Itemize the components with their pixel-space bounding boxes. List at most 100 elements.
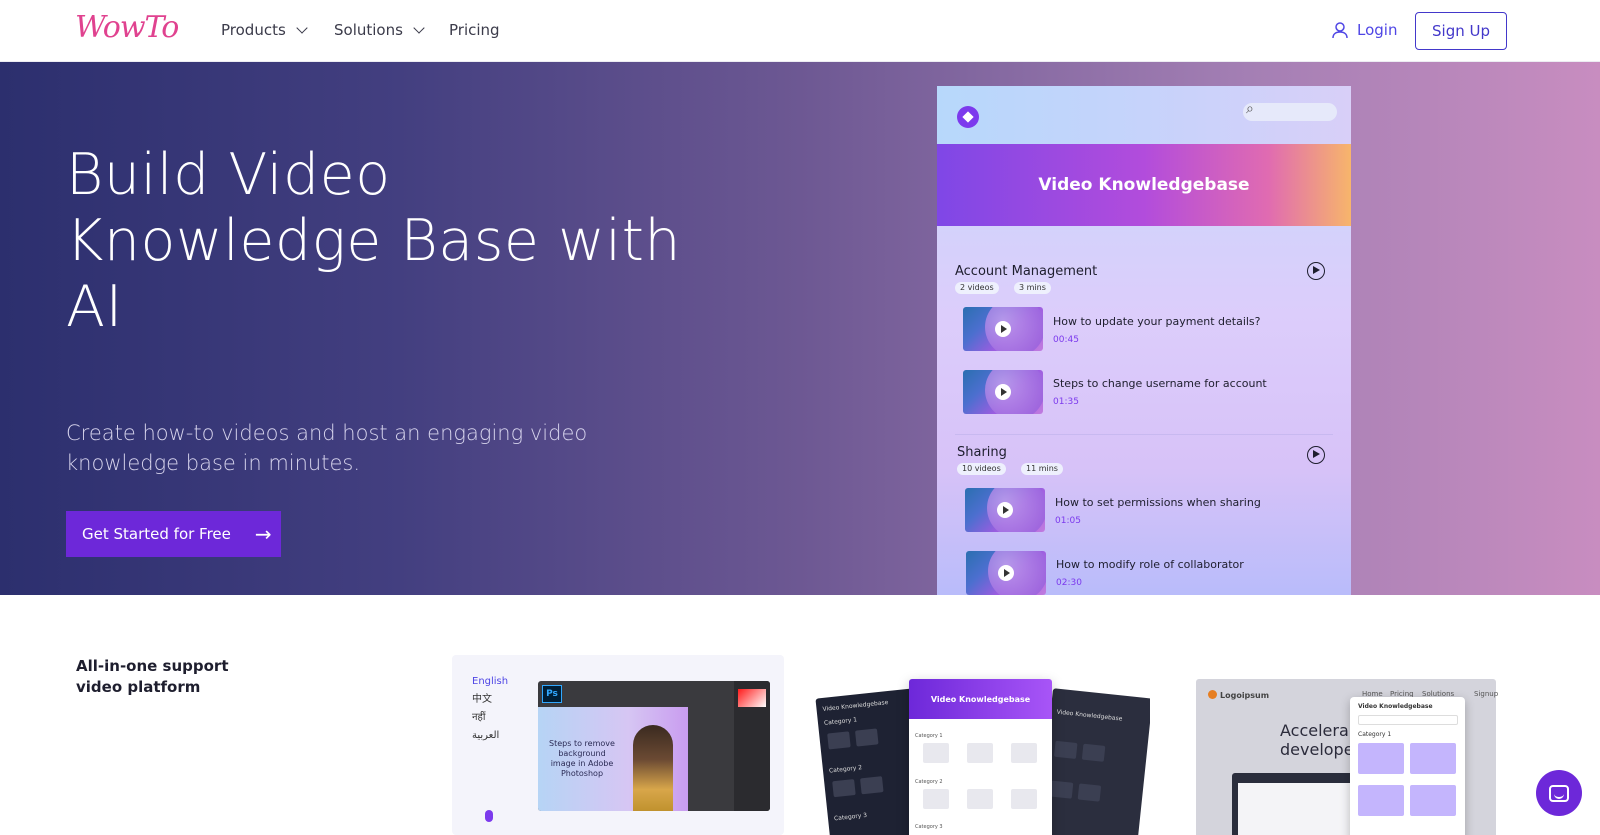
video-tile [1410,743,1456,774]
canvas-text: Steps to remove background image in Adob… [549,739,615,778]
hero-section: Build Video Knowledge Base with AI Creat… [0,62,1600,595]
widget-search-input [1358,715,1458,725]
get-started-button[interactable]: Get Started for Free → [66,511,281,557]
thumb-placeholder [1011,789,1037,809]
nav-pricing[interactable]: Pricing [449,21,500,39]
get-started-label: Get Started for Free [82,525,231,543]
play-circle-icon [1307,262,1325,280]
translation-card: English 中文 नहीं العربية Steps to remove … [452,655,784,835]
chevron-down-icon [413,21,425,34]
logoipsum-logo: Logoipsum [1208,690,1269,700]
kb-search-input [1243,101,1337,121]
kb-banner: Video Knowledgebase [937,144,1351,226]
dark-thumb [855,728,879,747]
thumb-placeholder [1011,743,1037,763]
dark-thumb [1077,783,1102,802]
dark-thumb [1081,743,1106,762]
photoshop-icon: Ps [542,685,562,703]
thumb-placeholder [923,789,949,809]
kb-divider [955,434,1333,435]
kb-section-title: Account Management [955,264,1098,279]
video-title: How to modify role of collaborator [1056,558,1244,571]
videos-count-chip: 2 videos [955,282,999,294]
duration-chip: 3 mins [1014,282,1051,294]
hero-subtitle: Create how-to videos and host an engagin… [66,421,588,475]
microphone-icon [485,810,493,822]
kb-section-title: Sharing [957,445,1007,460]
site-menu-item: Signup [1474,690,1499,698]
light-category-label: Category 1 [915,733,943,739]
video-title: How to update your payment details? [1053,315,1261,328]
platform-label: All-in-one support video platform [76,657,229,696]
video-title: How to set permissions when sharing [1055,496,1261,509]
nav-pricing-label: Pricing [449,21,500,39]
dark-thumb [827,731,851,750]
dark-thumb [1053,740,1078,759]
person-image [633,725,673,811]
dark-theme-title: Video Knowledgebase [822,699,889,713]
embed-widget-card: Logoipsum Home Pricing Solutions Signup … [1184,655,1508,835]
video-thumbnail [966,551,1046,595]
login-label: Login [1357,21,1398,39]
light-category-label: Category 3 [915,824,943,830]
video-duration: 00:45 [1053,335,1079,345]
duration-chip: 11 mins [1021,463,1063,475]
video-duration: 01:05 [1055,516,1081,526]
play-icon [995,384,1011,400]
play-icon [998,565,1014,581]
light-category-label: Category 2 [915,779,943,785]
thumb-placeholder [923,743,949,763]
widget-title: Video Knowledgebase [1358,703,1433,710]
dark-category-label: Category 2 [828,764,863,775]
login-link[interactable]: Login [1331,21,1397,39]
knowledgebase-preview: Video Knowledgebase Account Management 2… [937,86,1351,595]
play-icon [997,502,1013,518]
top-navbar: WowTo Products Solutions Pricing Login S… [0,0,1600,62]
dark-category-label: Category 1 [823,716,858,727]
dashboard-preview [1232,773,1367,835]
dark-thumb [1049,780,1074,799]
thumb-placeholder [967,789,993,809]
language-item: नहीं [472,712,486,723]
language-item: English [472,676,509,687]
language-list: English 中文 नहीं العربية [472,673,508,745]
color-picker [738,689,766,707]
chat-icon [1549,784,1569,802]
nav-solutions-label: Solutions [334,21,403,39]
play-icon [995,321,1011,337]
video-duration: 02:30 [1056,578,1082,588]
site-headline-line: developer [1280,740,1361,759]
chevron-down-icon [296,21,308,34]
kb-widget-modal: Video Knowledgebase Category 1 [1350,697,1465,835]
user-icon [1332,22,1348,39]
photoshop-screen: Steps to remove background image in Adob… [538,681,770,811]
dark-thumb [860,776,884,795]
dark-category-label: Category 3 [833,811,868,823]
video-tile [1358,785,1404,816]
video-duration: 01:35 [1053,397,1079,407]
light-theme-preview: Video Knowledgebase Category 1 Category … [909,679,1052,835]
videos-count-chip: 10 videos [957,463,1006,475]
signup-button[interactable]: Sign Up [1415,12,1507,50]
knowledgebase-themes-card: Video Knowledgebase Category 1 Category … [815,655,1150,835]
site-headline: Accelera developer [1280,721,1360,759]
hero-title: Build Video Knowledge Base with AI [66,142,682,340]
thumb-placeholder [967,743,993,763]
nav-products[interactable]: Products [221,21,308,39]
kb-header [937,86,1351,144]
nav-products-label: Products [221,21,286,39]
video-tile [1410,785,1456,816]
site-headline-line: Accelera [1280,721,1349,740]
wowto-logo[interactable]: WowTo [75,10,179,45]
video-thumbnail [965,488,1045,532]
dark-thumb [832,779,856,798]
light-theme-header: Video Knowledgebase [909,679,1052,719]
language-item: 中文 [472,694,492,705]
video-title: Steps to change username for account [1053,377,1267,390]
photoshop-canvas: Steps to remove background image in Adob… [538,707,688,811]
dark-theme-title: Video Knowledgebase [1056,708,1123,723]
arrow-right-icon: → [254,522,272,546]
nav-solutions[interactable]: Solutions [334,21,425,39]
chat-launcher-button[interactable] [1536,770,1582,816]
play-circle-icon [1307,446,1325,464]
